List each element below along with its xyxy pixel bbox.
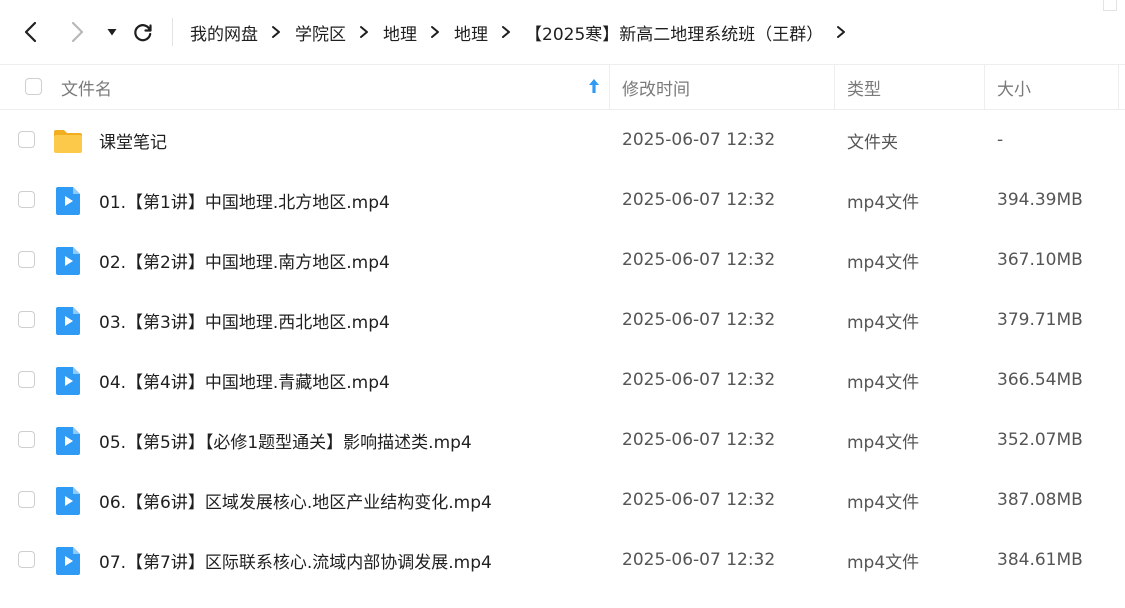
- file-size: 352.07MB: [997, 430, 1083, 450]
- video-file-icon: [56, 187, 80, 215]
- back-button[interactable]: [16, 17, 46, 47]
- breadcrumb-item-current[interactable]: 【2025寒】新高二地理系统班（王群）: [525, 20, 823, 45]
- video-file-icon: [56, 367, 80, 395]
- file-name[interactable]: 01.【第1讲】中国地理.北方地区.mp4: [99, 170, 390, 230]
- breadcrumb-separator-icon: [501, 25, 511, 39]
- column-header-modified[interactable]: 修改时间: [622, 65, 690, 109]
- column-header-name[interactable]: 文件名: [61, 65, 112, 109]
- file-list: 课堂笔记 2025-06-07 12:32 文件夹 - 01.【第1讲】中国地理…: [0, 110, 1125, 590]
- file-row-folder[interactable]: 课堂笔记 2025-06-07 12:32 文件夹 -: [0, 110, 1125, 170]
- forward-button[interactable]: [62, 17, 92, 47]
- file-row[interactable]: 02.【第2讲】中国地理.南方地区.mp4 2025-06-07 12:32 m…: [0, 230, 1125, 290]
- file-modified: 2025-06-07 12:32: [622, 550, 776, 570]
- file-name[interactable]: 04.【第4讲】中国地理.青藏地区.mp4: [99, 350, 390, 410]
- video-file-icon: [56, 247, 80, 275]
- file-type: mp4文件: [847, 492, 920, 513]
- file-size: 366.54MB: [997, 370, 1083, 390]
- row-checkbox[interactable]: [18, 551, 35, 568]
- breadcrumb-separator-icon: [271, 25, 281, 39]
- breadcrumb-more-icon[interactable]: [836, 25, 846, 39]
- video-file-icon: [56, 547, 80, 575]
- file-size: 367.10MB: [997, 250, 1083, 270]
- column-divider[interactable]: [609, 65, 610, 109]
- file-modified: 2025-06-07 12:32: [622, 370, 776, 390]
- row-checkbox[interactable]: [18, 311, 35, 328]
- file-modified: 2025-06-07 12:32: [622, 430, 776, 450]
- column-divider[interactable]: [984, 65, 985, 109]
- file-size: 384.61MB: [997, 550, 1083, 570]
- file-modified: 2025-06-07 12:32: [622, 190, 776, 210]
- column-header-size[interactable]: 大小: [997, 65, 1031, 109]
- file-type: mp4文件: [847, 312, 920, 333]
- file-row[interactable]: 03.【第3讲】中国地理.西北地区.mp4 2025-06-07 12:32 m…: [0, 290, 1125, 350]
- breadcrumb-item-root[interactable]: 我的网盘: [190, 20, 258, 45]
- row-checkbox[interactable]: [18, 371, 35, 388]
- video-file-icon: [56, 307, 80, 335]
- file-row[interactable]: 05.【第5讲】【必修1题型通关】影响描述类.mp4 2025-06-07 12…: [0, 410, 1125, 470]
- file-type: mp4文件: [847, 552, 920, 573]
- row-checkbox[interactable]: [18, 491, 35, 508]
- video-file-icon: [56, 427, 80, 455]
- file-type: mp4文件: [847, 192, 920, 213]
- history-dropdown-button[interactable]: [98, 17, 126, 47]
- video-file-icon: [56, 487, 80, 515]
- breadcrumb: 我的网盘 学院区 地理 地理 【2025寒】新高二地理系统班（王群）: [190, 0, 860, 64]
- folder-icon: [54, 130, 82, 153]
- row-checkbox[interactable]: [18, 431, 35, 448]
- refresh-button[interactable]: [128, 17, 158, 47]
- file-row[interactable]: 07.【第7讲】区际联系核心.流域内部协调发展.mp4 2025-06-07 1…: [0, 530, 1125, 590]
- column-header-type[interactable]: 类型: [847, 65, 881, 109]
- column-divider[interactable]: [834, 65, 835, 109]
- toolbar-divider: [172, 18, 173, 46]
- file-size: -: [997, 130, 1004, 150]
- caret-down-icon: [107, 29, 117, 36]
- select-all-checkbox[interactable]: [25, 78, 42, 95]
- file-size: 394.39MB: [997, 190, 1083, 210]
- file-name[interactable]: 07.【第7讲】区际联系核心.流域内部协调发展.mp4: [99, 530, 492, 590]
- row-checkbox[interactable]: [18, 191, 35, 208]
- file-name[interactable]: 02.【第2讲】中国地理.南方地区.mp4: [99, 230, 390, 290]
- file-row[interactable]: 01.【第1讲】中国地理.北方地区.mp4 2025-06-07 12:32 m…: [0, 170, 1125, 230]
- sort-ascending-icon[interactable]: [588, 78, 600, 94]
- breadcrumb-separator-icon: [430, 25, 440, 39]
- refresh-icon: [134, 24, 152, 42]
- file-size: 387.08MB: [997, 490, 1083, 510]
- chevron-left-icon: [24, 21, 37, 43]
- breadcrumb-item-geography[interactable]: 地理: [383, 20, 417, 45]
- toolbar: 我的网盘 学院区 地理 地理 【2025寒】新高二地理系统班（王群）: [0, 0, 1125, 64]
- window-corner: [1103, 0, 1117, 11]
- breadcrumb-separator-icon: [359, 25, 369, 39]
- file-type: mp4文件: [847, 432, 920, 453]
- file-name[interactable]: 课堂笔记: [99, 110, 167, 170]
- chevron-right-icon: [71, 21, 84, 43]
- file-size: 379.71MB: [997, 310, 1083, 330]
- file-row[interactable]: 04.【第4讲】中国地理.青藏地区.mp4 2025-06-07 12:32 m…: [0, 350, 1125, 410]
- file-name[interactable]: 06.【第6讲】区域发展核心.地区产业结构变化.mp4: [99, 470, 492, 530]
- file-name[interactable]: 03.【第3讲】中国地理.西北地区.mp4: [99, 290, 390, 350]
- file-list-header: 文件名 修改时间 类型 大小: [0, 64, 1125, 110]
- breadcrumb-item-academy[interactable]: 学院区: [295, 20, 346, 45]
- file-modified: 2025-06-07 12:32: [622, 130, 776, 150]
- column-divider[interactable]: [1118, 65, 1119, 109]
- file-modified: 2025-06-07 12:32: [622, 310, 776, 330]
- file-row[interactable]: 06.【第6讲】区域发展核心.地区产业结构变化.mp4 2025-06-07 1…: [0, 470, 1125, 530]
- file-modified: 2025-06-07 12:32: [622, 250, 776, 270]
- file-type: mp4文件: [847, 252, 920, 273]
- file-type: 文件夹: [847, 132, 898, 153]
- row-checkbox[interactable]: [18, 251, 35, 268]
- row-checkbox[interactable]: [18, 131, 35, 148]
- file-name[interactable]: 05.【第5讲】【必修1题型通关】影响描述类.mp4: [99, 410, 472, 470]
- file-modified: 2025-06-07 12:32: [622, 490, 776, 510]
- breadcrumb-item-geography-sub[interactable]: 地理: [454, 20, 488, 45]
- file-type: mp4文件: [847, 372, 920, 393]
